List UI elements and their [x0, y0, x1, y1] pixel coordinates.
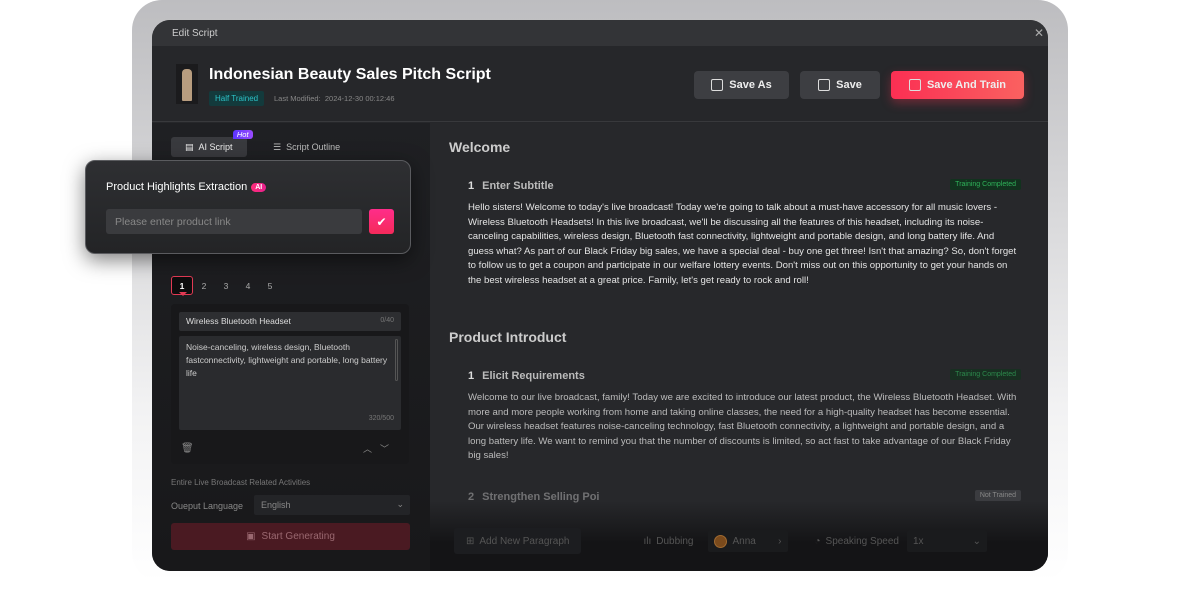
chevron-right-icon: › — [778, 535, 782, 547]
language-select[interactable]: English ⌄ — [254, 495, 410, 515]
window-title: Edit Script — [152, 20, 1048, 46]
waveform-icon: ılı — [643, 535, 652, 547]
move-arrows: ︿﹀ — [363, 442, 397, 455]
paragraph-title: 1 Elicit Requirements — [468, 370, 593, 382]
paragraph-number: 1 — [468, 180, 475, 192]
save-and-train-button[interactable]: Save And Train — [891, 71, 1024, 99]
speed-icon: ◔ — [814, 535, 821, 547]
edit-script-window: Edit Script ✕ Indonesian Beauty Sales Pi… — [152, 20, 1048, 571]
chevron-down-icon[interactable]: ﹀ — [380, 444, 397, 454]
chevron-down-icon: ⌄ — [972, 535, 981, 547]
dubbing-label: Dubbing — [656, 535, 694, 547]
product-card: Wireless Bluetooth Headset 0/40 Noise-can… — [171, 304, 409, 464]
section-title: Welcome — [449, 139, 511, 155]
voice-name: Anna — [732, 535, 756, 547]
status-badge: Not Trained — [974, 490, 1021, 501]
popup-title-text: Product Highlights Extraction — [106, 181, 248, 193]
last-modified: Last Modified: 2024-12-30 00:12:46 — [274, 94, 395, 103]
name-count: 0/40 — [380, 317, 394, 324]
tab-script-outline[interactable]: ☰ Script Outline — [259, 137, 354, 157]
activities-label: Entire Live Broadcast Related Activities — [171, 478, 311, 487]
add-paragraph-label: Add New Paragraph — [479, 535, 570, 547]
product-name-input[interactable]: Wireless Bluetooth Headset 0/40 — [179, 312, 401, 331]
product-link-input[interactable] — [106, 209, 362, 234]
ai-script-icon: ▤ — [185, 141, 194, 152]
status-badge: Half Trained — [209, 91, 265, 106]
save-button[interactable]: Save — [800, 71, 880, 99]
paragraph-heading: Elicit Requirements — [482, 370, 585, 382]
start-generating-button[interactable]: ▣ Start Generating — [171, 523, 410, 550]
desc-count: 320/500 — [368, 415, 394, 422]
paragraph-text[interactable]: Welcome to our live broadcast, family! T… — [468, 391, 1021, 464]
language-value: English — [261, 500, 291, 510]
save-and-train-label: Save And Train — [926, 79, 1007, 91]
status-badge: Training Completed — [950, 179, 1021, 190]
bottom-toolbar: ⊞ Add New Paragraph ılı Dubbing Anna › ◔ S… — [454, 528, 1048, 554]
check-icon: ✔ — [376, 214, 387, 229]
generate-icon: ▣ — [246, 531, 256, 542]
paragraph-title: 1 Enter Subtitle — [468, 180, 562, 192]
paragraph-number: 1 — [468, 370, 475, 382]
voice-select[interactable]: Anna › — [707, 530, 788, 552]
product-pagination: 1 2 3 4 5 — [171, 276, 281, 296]
chevron-down-icon: ⌄ — [396, 499, 404, 509]
page-4[interactable]: 4 — [237, 276, 259, 295]
add-paragraph-icon: ⊞ — [466, 535, 475, 547]
last-modified-label: Last Modified: — [274, 94, 321, 103]
paragraph-text[interactable]: Hello sisters! Welcome to today's live b… — [468, 201, 1021, 289]
product-description-input[interactable]: Noise-canceling, wireless design, Blueto… — [179, 336, 401, 430]
generate-label: Start Generating — [261, 531, 335, 542]
save-as-button[interactable]: Save As — [694, 71, 789, 99]
tab-label: AI Script — [198, 142, 233, 152]
train-icon — [908, 79, 921, 91]
outline-icon: ☰ — [273, 141, 282, 152]
language-label: Oueput Language — [171, 501, 244, 511]
product-description: Noise-canceling, wireless design, Blueto… — [186, 342, 388, 378]
script-content: Welcome 1 Enter Subtitle Training Complet… — [430, 123, 1048, 571]
scrollbar[interactable] — [395, 339, 398, 381]
page-1[interactable]: 1 — [171, 276, 193, 296]
status-badge: Training Completed — [950, 369, 1021, 380]
last-modified-value: 2024-12-30 00:12:46 — [324, 94, 395, 103]
add-paragraph-button[interactable]: ⊞ Add New Paragraph — [454, 528, 582, 554]
page-3[interactable]: 3 — [215, 276, 237, 295]
hot-badge: Hot — [232, 130, 253, 139]
avatar — [713, 534, 727, 548]
page-title: Indonesian Beauty Sales Pitch Script — [209, 66, 491, 83]
save-icon — [818, 79, 831, 91]
avatar-thumbnail — [176, 64, 198, 104]
popup-title: Product Highlights Extraction AI — [106, 181, 267, 193]
page-2[interactable]: 2 — [193, 276, 215, 295]
product-name: Wireless Bluetooth Headset — [186, 316, 291, 326]
speed-select[interactable]: 1x ⌄ — [906, 530, 987, 552]
script-header: Indonesian Beauty Sales Pitch Script Hal… — [152, 46, 1048, 122]
speed-value: 1x — [912, 535, 924, 547]
section-title: Product Introduct — [449, 329, 567, 345]
page-5[interactable]: 5 — [259, 276, 281, 295]
speed-label: Speaking Speed — [825, 535, 899, 547]
close-icon[interactable]: ✕ — [1034, 26, 1044, 40]
trash-icon[interactable]: 🗑 — [181, 443, 194, 454]
paragraph-heading: Enter Subtitle — [482, 180, 554, 192]
tab-ai-script[interactable]: ▤ AI Script Hot — [171, 130, 253, 157]
save-as-icon — [711, 79, 724, 91]
ai-badge: AI — [251, 183, 267, 192]
tab-label: Script Outline — [286, 142, 341, 152]
product-highlights-popup: Product Highlights ExtractionAI ✔ — [85, 160, 411, 254]
save-label: Save — [836, 79, 862, 91]
save-as-label: Save As — [729, 79, 772, 91]
chevron-up-icon[interactable]: ︿ — [363, 444, 380, 454]
confirm-button[interactable]: ✔ — [369, 209, 394, 234]
